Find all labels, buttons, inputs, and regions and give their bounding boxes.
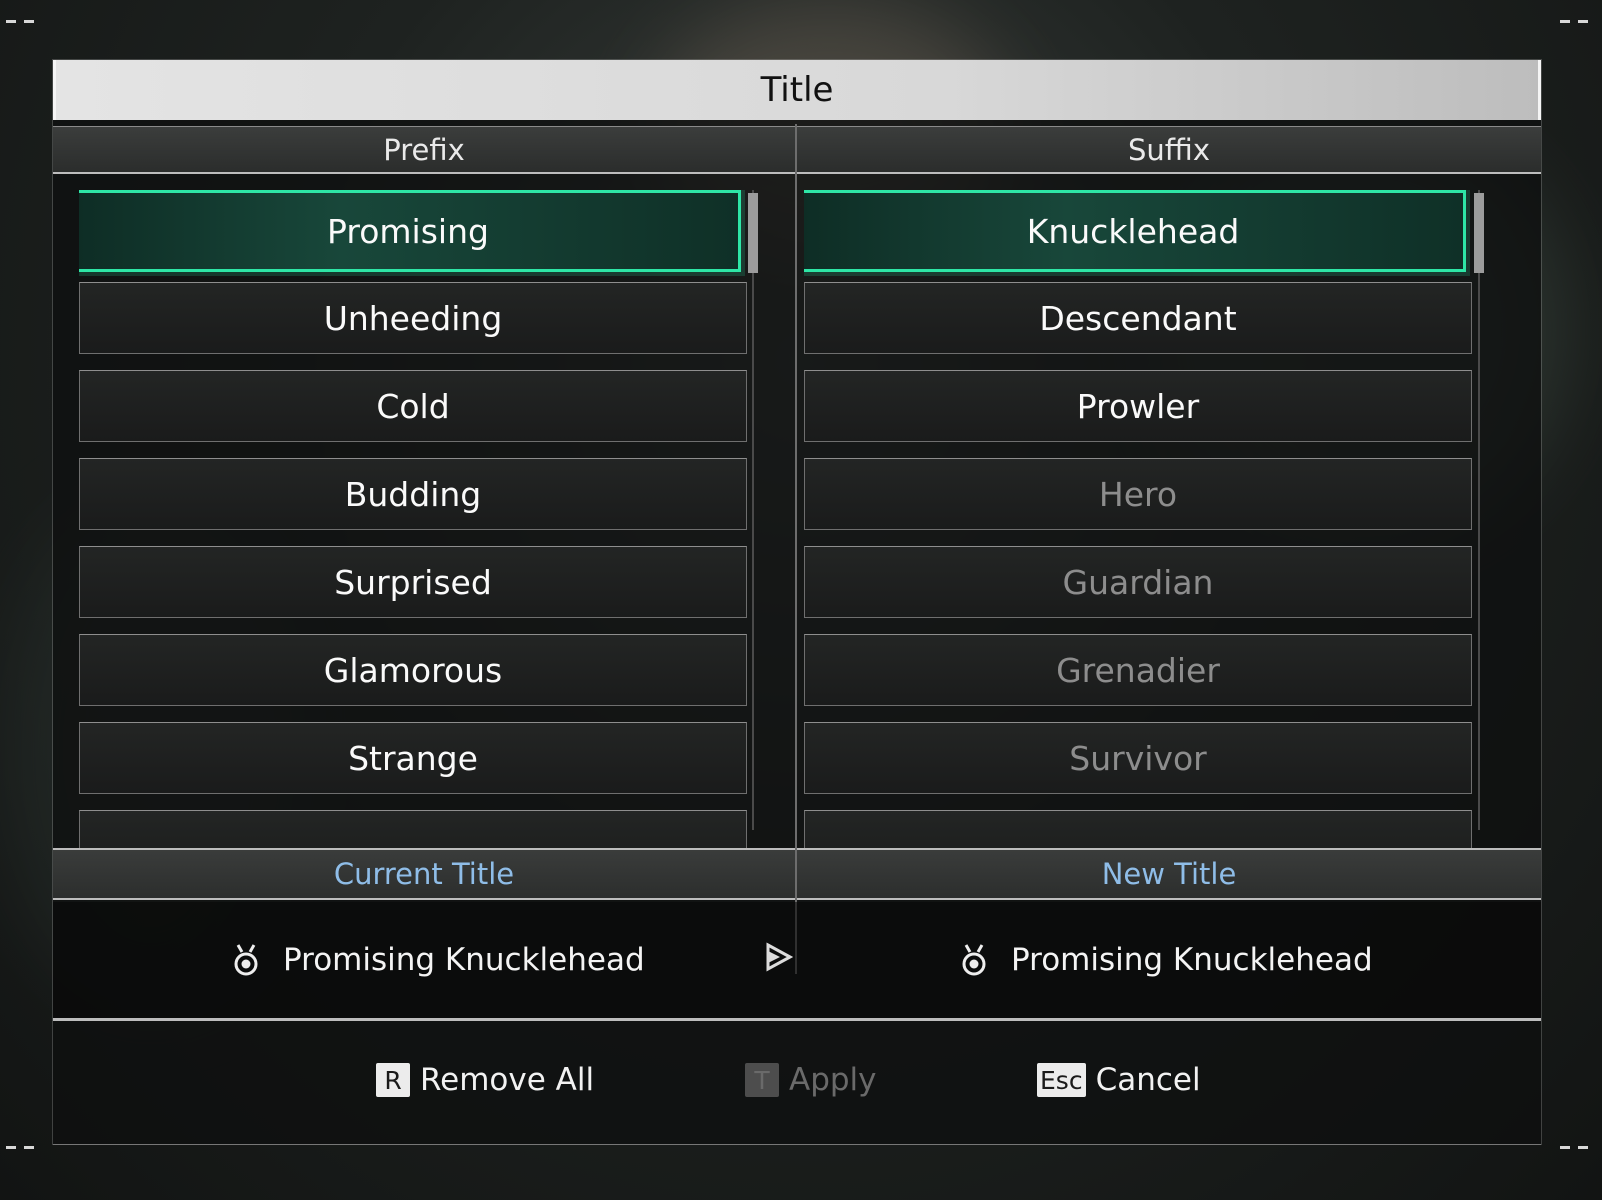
suffix-item[interactable]: Grenadier	[804, 634, 1472, 706]
title-preview-row: Promising Knucklehead Promising Knuckleh…	[53, 902, 1541, 1021]
suffix-item[interactable]: Hero	[804, 458, 1472, 530]
suffix-item[interactable]: Prowler	[804, 370, 1472, 442]
medal-icon	[234, 944, 258, 976]
prefix-header: Prefix	[53, 126, 795, 174]
corner-marker-top-right	[1560, 20, 1594, 23]
suffix-header-label: Suffix	[1128, 132, 1210, 167]
current-title-header-label: Current Title	[333, 857, 515, 891]
current-title: Promising Knucklehead	[231, 902, 645, 1018]
remove-all-button[interactable]: R Remove All	[376, 1062, 594, 1098]
apply-button[interactable]: T Apply	[745, 1062, 877, 1098]
prefix-item[interactable]: Budding	[79, 458, 747, 530]
prefix-scroll-thumb[interactable]	[748, 193, 758, 273]
apply-label: Apply	[789, 1062, 877, 1098]
corner-marker-bottom-left	[6, 1146, 40, 1149]
suffix-scroll-track[interactable]	[1478, 190, 1480, 830]
current-title-value: Promising Knucklehead	[283, 942, 645, 978]
new-title-value: Promising Knucklehead	[1011, 942, 1373, 978]
dialog-title: Title	[760, 70, 834, 110]
remove-all-label: Remove All	[420, 1062, 595, 1098]
dialog-title-bar: Title	[53, 60, 1541, 120]
prefix-scroll-track[interactable]	[752, 190, 754, 830]
medal-icon	[962, 944, 986, 976]
esc-key-icon: Esc	[1037, 1063, 1086, 1097]
action-bar: R Remove All T Apply Esc Cancel	[53, 1022, 1541, 1145]
title-dialog: Title Prefix Suffix Promising Unheeding Co…	[53, 60, 1541, 1145]
suffix-scroll-thumb[interactable]	[1474, 193, 1484, 273]
new-title-header: New Title	[797, 848, 1541, 900]
suffix-item[interactable]: Guardian	[804, 546, 1472, 618]
cancel-button[interactable]: Esc Cancel	[1037, 1062, 1201, 1098]
corner-marker-bottom-right	[1560, 1146, 1594, 1149]
suffix-header: Suffix	[797, 126, 1541, 174]
corner-marker-top-left	[6, 20, 40, 23]
suffix-item-selected[interactable]: Knucklehead	[804, 190, 1466, 272]
new-title-header-label: New Title	[1101, 857, 1237, 891]
suffix-list[interactable]: Knucklehead Descendant Prowler Hero Guardian…	[804, 190, 1504, 906]
column-divider	[795, 124, 797, 974]
prefix-item[interactable]: Strange	[79, 722, 747, 794]
r-key-icon: R	[376, 1063, 410, 1097]
current-title-header: Current Title	[53, 848, 795, 900]
prefix-header-label: Prefix	[383, 132, 465, 167]
prefix-item-selected[interactable]: Promising	[79, 190, 741, 272]
t-key-icon: T	[745, 1063, 779, 1097]
prefix-item[interactable]: Surprised	[79, 546, 747, 618]
suffix-item[interactable]: Survivor	[804, 722, 1472, 794]
play-arrow-icon	[766, 942, 793, 972]
prefix-item[interactable]: Cold	[79, 370, 747, 442]
cancel-label: Cancel	[1095, 1062, 1201, 1098]
prefix-list[interactable]: Promising Unheeding Cold Budding Surprised Gl…	[79, 190, 779, 906]
prefix-item[interactable]: Glamorous	[79, 634, 747, 706]
new-title: Promising Knucklehead	[959, 902, 1373, 1018]
suffix-item[interactable]: Descendant	[804, 282, 1472, 354]
prefix-item[interactable]: Unheeding	[79, 282, 747, 354]
